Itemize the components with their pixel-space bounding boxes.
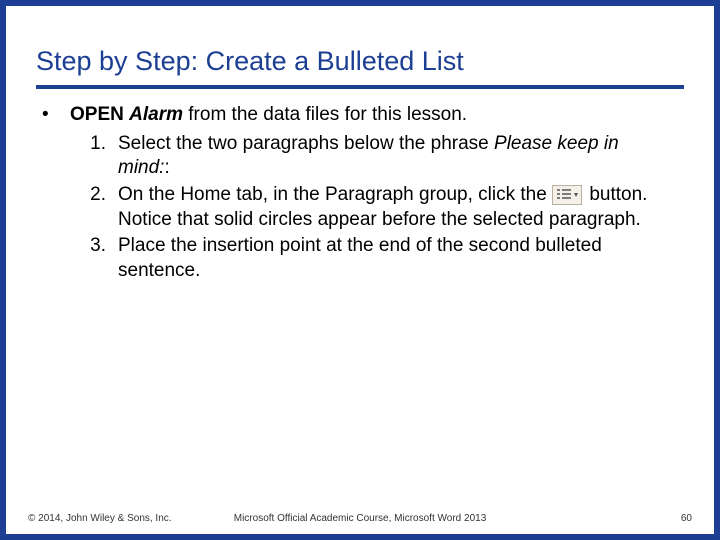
step-1: 1. Select the two paragraphs below the p…: [64, 132, 684, 181]
step-1-text: Select the two paragraphs below the phra…: [118, 132, 684, 181]
step-2-text: On the Home tab, in the Paragraph group,…: [118, 183, 684, 232]
step-1-pre: Select the two paragraphs below the phra…: [118, 133, 494, 154]
open-word: OPEN: [70, 104, 124, 125]
footer-right: 60: [681, 513, 692, 524]
step-1-num: 1.: [64, 132, 118, 181]
step-2-num: 2.: [64, 183, 118, 232]
slide-title: Step by Step: Create a Bulleted List: [36, 46, 684, 77]
alarm-word: Alarm: [129, 104, 183, 125]
step-3: 3. Place the insertion point at the end …: [64, 234, 684, 283]
step-1-post: :: [164, 157, 169, 178]
bullet-dot: •: [36, 103, 70, 128]
step-3-pre: Place the insertion point at the end of …: [118, 235, 602, 281]
bullets-button-icon: [552, 185, 582, 205]
step-2-pre: On the Home tab, in the Paragraph group,…: [118, 184, 552, 205]
step-2: 2. On the Home tab, in the Paragraph gro…: [64, 183, 684, 232]
bullet-rest: from the data files for this lesson.: [183, 104, 467, 125]
bullet-text: OPEN Alarm from the data files for this …: [70, 103, 684, 128]
footer-left: © 2014, John Wiley & Sons, Inc.: [28, 513, 172, 524]
step-3-text: Place the insertion point at the end of …: [118, 234, 684, 283]
slide: Step by Step: Create a Bulleted List • O…: [0, 0, 720, 540]
body-text: • OPEN Alarm from the data files for thi…: [36, 103, 684, 284]
main-bullet: • OPEN Alarm from the data files for thi…: [36, 103, 684, 128]
footer: © 2014, John Wiley & Sons, Inc. Microsof…: [28, 513, 692, 524]
step-3-num: 3.: [64, 234, 118, 283]
title-rule: [36, 85, 684, 89]
content-area: Step by Step: Create a Bulleted List • O…: [6, 18, 714, 284]
top-border: [6, 0, 714, 18]
steps-list: 1. Select the two paragraphs below the p…: [64, 132, 684, 284]
